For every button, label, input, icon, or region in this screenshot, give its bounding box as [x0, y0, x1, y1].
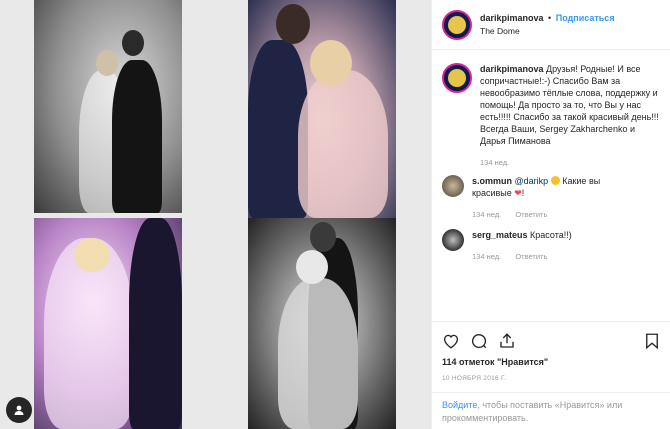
comment-text: Красота!!): [530, 230, 572, 240]
separator: •: [548, 12, 552, 23]
caption-username[interactable]: darikpimanova: [480, 64, 544, 74]
reply-button[interactable]: Ответить: [515, 210, 547, 219]
post-actions: 114 отметок "Нравится" 10 НОЯБРЯ 2016 Г.: [432, 321, 670, 382]
likes-count[interactable]: 114 отметок "Нравится": [442, 357, 661, 367]
caption-time[interactable]: 134 нед.: [480, 158, 509, 167]
post-date[interactable]: 10 НОЯБРЯ 2016 Г.: [442, 375, 661, 382]
avatar[interactable]: [442, 9, 472, 40]
follow-button[interactable]: Подписаться: [556, 13, 615, 23]
photo-tile-3: [34, 218, 182, 429]
comment-text: !: [521, 188, 525, 198]
mention-link[interactable]: @darikp: [515, 176, 549, 186]
comments-list[interactable]: darikpimanova Друзья! Родные! И все сопр…: [432, 55, 670, 317]
reply-button[interactable]: Ответить: [515, 252, 547, 261]
avatar[interactable]: [442, 175, 464, 197]
post-side-panel: darikpimanova • Подписаться The Dome dar…: [431, 0, 670, 429]
photo-tile-2: [248, 0, 396, 218]
comment-text: Какие вы: [562, 176, 601, 186]
header-username[interactable]: darikpimanova: [480, 13, 544, 23]
bookmark-icon[interactable]: [643, 332, 661, 350]
login-prompt: Войдите, чтобы поставить «Нравится» или …: [432, 392, 670, 429]
avatar[interactable]: [442, 63, 472, 93]
list-item: serg_mateus Красота!!) 134 нед. Ответить: [442, 229, 661, 263]
comment-username[interactable]: s.ommun: [472, 176, 512, 186]
login-link[interactable]: Войдите: [442, 400, 477, 410]
photo-tile-1: [34, 0, 182, 213]
avatar[interactable]: [442, 229, 464, 251]
list-item: s.ommun @darikp Какие вы красивые ❤! 134…: [442, 175, 661, 221]
caption: darikpimanova Друзья! Родные! И все сопр…: [442, 63, 661, 169]
comment-username[interactable]: serg_mateus: [472, 230, 528, 240]
comment-time[interactable]: 134 нед.: [472, 252, 501, 261]
share-icon[interactable]: [498, 332, 516, 350]
location-link[interactable]: The Dome: [480, 25, 615, 38]
comment-text: красивые: [472, 188, 512, 198]
heart-icon[interactable]: [442, 332, 460, 350]
instagram-post: darikpimanova • Подписаться The Dome dar…: [0, 0, 670, 429]
post-header: darikpimanova • Подписаться The Dome: [432, 0, 670, 50]
heart-eyes-emoji-icon: [550, 176, 560, 185]
comment-time[interactable]: 134 нед.: [472, 210, 501, 219]
comment-icon[interactable]: [470, 332, 488, 350]
caption-text: Друзья! Родные! И все сопричастные!:-) С…: [480, 64, 659, 146]
hearts-emoji-icon: ❤: [514, 188, 522, 198]
user-tag-icon[interactable]: [6, 397, 32, 423]
photo-tile-4: [248, 218, 396, 429]
post-photo[interactable]: [0, 0, 431, 429]
